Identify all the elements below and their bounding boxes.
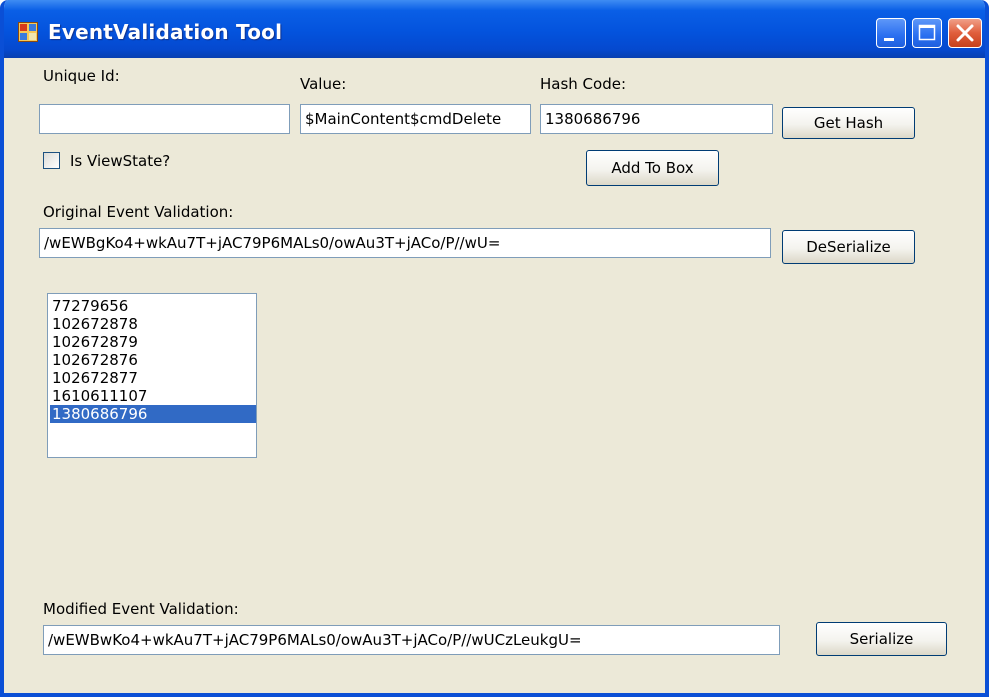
minimize-icon [884, 38, 894, 41]
original-event-validation-label: Original Event Validation: [43, 203, 234, 221]
hash-code-label: Hash Code: [540, 75, 627, 93]
modified-event-validation-label: Modified Event Validation: [43, 600, 239, 618]
main-window: EventValidation Tool Unique Id: Value: H… [0, 0, 989, 697]
unique-id-input[interactable] [39, 104, 290, 134]
list-item[interactable]: 1610611107 [50, 387, 256, 405]
maximize-icon [918, 24, 936, 41]
serialize-button[interactable]: Serialize [816, 622, 947, 656]
value-input[interactable]: $MainContent$cmdDelete [300, 104, 531, 134]
list-item-selected[interactable]: 1380686796 [50, 405, 256, 423]
close-button[interactable] [948, 18, 982, 48]
maximize-button[interactable] [912, 18, 942, 48]
unique-id-label: Unique Id: [43, 67, 120, 85]
list-item[interactable]: 77279656 [50, 297, 256, 315]
window-title: EventValidation Tool [48, 20, 283, 44]
minimize-button[interactable] [876, 18, 906, 48]
list-item[interactable]: 102672878 [50, 315, 256, 333]
close-icon [956, 24, 974, 42]
list-item[interactable]: 102672876 [50, 351, 256, 369]
modified-event-validation-input[interactable]: /wEWBwKo4+wkAu7T+jAC79P6MALs0/owAu3T+jAC… [43, 625, 780, 655]
original-event-validation-input[interactable]: /wEWBgKo4+wkAu7T+jAC79P6MALs0/owAu3T+jAC… [39, 228, 771, 258]
list-item[interactable]: 102672879 [50, 333, 256, 351]
list-item[interactable]: 102672877 [50, 369, 256, 387]
add-to-box-button[interactable]: Add To Box [586, 150, 719, 186]
is-viewstate-checkbox[interactable] [43, 152, 60, 169]
title-bar[interactable]: EventValidation Tool [4, 0, 985, 58]
is-viewstate-label: Is ViewState? [70, 152, 171, 170]
value-label: Value: [300, 75, 347, 93]
hash-listbox[interactable]: 77279656 102672878 102672879 102672876 1… [47, 293, 257, 458]
deserialize-button[interactable]: DeSerialize [782, 230, 915, 264]
get-hash-button[interactable]: Get Hash [782, 107, 915, 139]
hash-code-input[interactable]: 1380686796 [540, 104, 773, 134]
app-icon [18, 22, 38, 42]
